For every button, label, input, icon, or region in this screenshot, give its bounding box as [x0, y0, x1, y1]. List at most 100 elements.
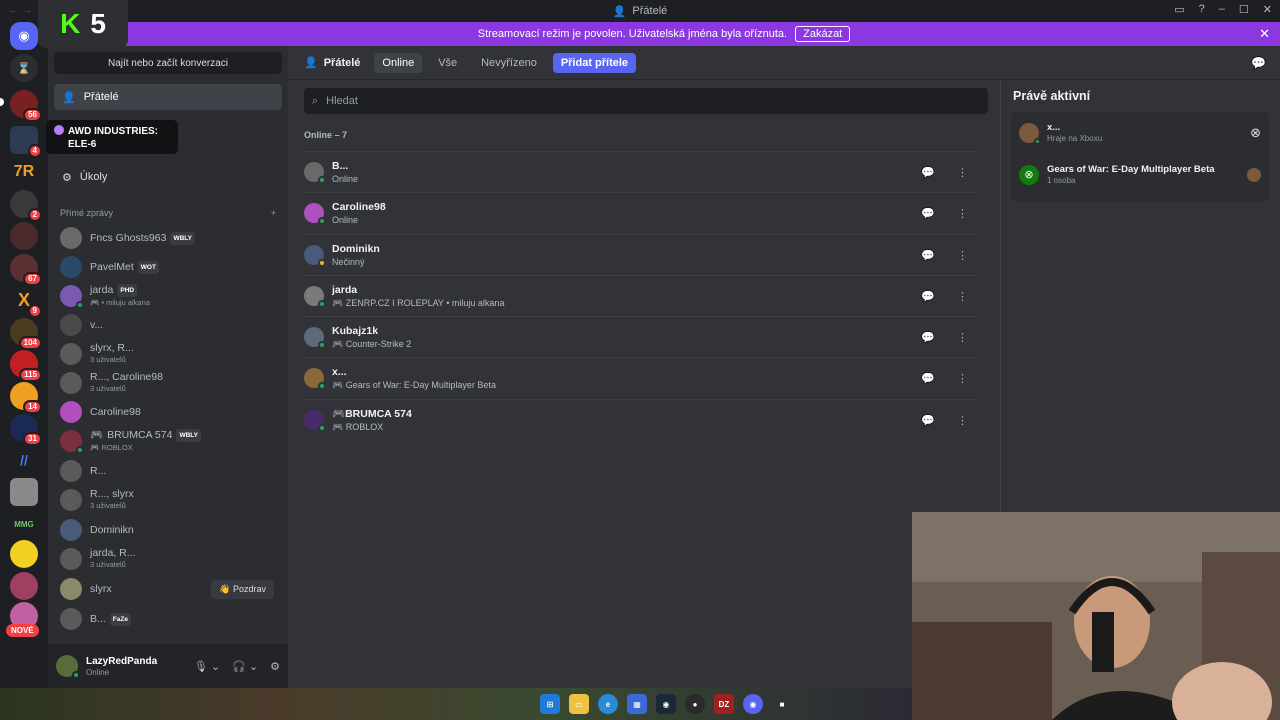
server-icon-14[interactable] [10, 540, 38, 568]
status-dot [72, 671, 80, 679]
microphone-icon[interactable]: 🎙 ⌄ [194, 660, 220, 673]
dm-item[interactable]: B... FaZe [54, 605, 282, 633]
discord-home-icon[interactable]: ◉ [10, 22, 38, 50]
friend-name: Dominikn [332, 242, 380, 255]
dm-item[interactable]: Fncs Ghosts963 WBLY [54, 224, 282, 252]
dz-icon[interactable]: DZ [714, 694, 734, 714]
server-icon-10[interactable]: 31 [10, 414, 42, 446]
more-icon[interactable]: ⋮ [957, 372, 968, 385]
wave-button[interactable]: 👋 Pozdrav [211, 579, 274, 599]
message-icon[interactable]: 💬 [921, 290, 935, 303]
discord-icon[interactable]: ◉ [743, 694, 763, 714]
server-icon-mmg[interactable]: MMG [10, 510, 38, 538]
activity-game-row[interactable]: ⊗ Gears of War: E-Day Multiplayer Beta 1 … [1019, 164, 1261, 185]
activity-user-row[interactable]: x... Hraje na Xboxu ⊗ [1019, 122, 1261, 145]
add-dm-button[interactable]: + [271, 208, 276, 218]
server-icon-7[interactable]: 104 [10, 318, 42, 350]
server-icon-15[interactable] [10, 572, 38, 600]
dm-item[interactable]: jarda PHD 🎮 • miluju alkana [54, 282, 282, 310]
maximize-icon[interactable]: ☐ [1239, 3, 1249, 16]
app-icon[interactable]: ■ [772, 694, 792, 714]
friends-search-input[interactable]: ⌕ Hledat [304, 88, 988, 114]
minimize-icon[interactable]: – [1219, 3, 1225, 16]
message-icon[interactable]: 💬 [921, 331, 935, 344]
headphones-icon[interactable]: 🎧 ⌄ [232, 660, 258, 673]
tab-pending[interactable]: Nevyřízeno [473, 53, 545, 73]
server-icon-11[interactable]: // [10, 446, 38, 474]
dm-item[interactable]: Dominikn [54, 516, 282, 544]
sidebar-item-label: Přátelé [83, 91, 119, 103]
message-icon[interactable]: 💬 [921, 207, 935, 220]
new-servers-pill[interactable]: NOVÉ [6, 624, 39, 637]
more-icon[interactable]: ⋮ [957, 290, 968, 303]
dm-item[interactable]: jarda, R... 3 uživatelů [54, 545, 282, 573]
message-icon[interactable]: 💬 [921, 166, 935, 179]
banner-close-icon[interactable]: ✕ [1259, 26, 1270, 42]
edge-icon[interactable]: e [598, 694, 618, 714]
friend-row[interactable]: x... 🎮 Gears of War: E-Day Multiplayer Be… [304, 357, 976, 398]
add-friend-button[interactable]: Přidat přítele [552, 52, 637, 73]
server-icon-3[interactable]: 2 [10, 190, 42, 222]
obs-icon[interactable]: ● [685, 694, 705, 714]
steam-icon[interactable]: ◉ [656, 694, 676, 714]
friend-row[interactable]: Kubajz1k 🎮 Counter-Strike 2 💬 ⋮ [304, 316, 976, 357]
server-icon-4[interactable] [10, 222, 38, 250]
hourglass-icon[interactable]: ⌛ [10, 54, 38, 82]
activity-card[interactable]: x... Hraje na Xboxu ⊗ ⊗ Gears of War: E-D… [1011, 112, 1269, 202]
disable-button[interactable]: Zakázat [795, 26, 851, 42]
dm-item[interactable]: R..., Caroline98 3 uživatelů [54, 369, 282, 397]
more-icon[interactable]: ⋮ [957, 249, 968, 262]
avatar[interactable] [56, 655, 80, 679]
dm-item[interactable]: R..., slyrx 3 uživatelů [54, 486, 282, 514]
server-icon-9[interactable]: 14 [10, 382, 42, 414]
status-dot [318, 382, 326, 390]
friend-status: Online [332, 214, 359, 225]
close-window-icon[interactable]: ✕ [1263, 3, 1272, 16]
new-group-dm-icon[interactable]: 💬 [1251, 56, 1266, 70]
avatar [60, 256, 82, 278]
store-icon[interactable]: ▦ [627, 694, 647, 714]
group-avatar [60, 548, 82, 570]
friend-row[interactable]: B... Online 💬 ⋮ [304, 151, 976, 192]
status-dot [318, 176, 326, 184]
find-conversation-input[interactable]: Najít nebo začít konverzaci [54, 52, 282, 74]
dm-item[interactable]: R... [54, 457, 282, 485]
settings-gear-icon[interactable]: ⚙ [270, 660, 280, 673]
more-icon[interactable]: ⋮ [957, 414, 968, 427]
tab-all[interactable]: Vše [430, 53, 465, 73]
more-icon[interactable]: ⋮ [957, 207, 968, 220]
more-icon[interactable]: ⋮ [957, 331, 968, 344]
friend-row[interactable]: 🎮BRUMCA 574 🎮 ROBLOX 💬 ⋮ [304, 399, 976, 440]
dm-item[interactable]: PavelMet WOT [54, 253, 282, 281]
message-icon[interactable]: 💬 [921, 249, 935, 262]
tab-online[interactable]: Online [374, 52, 423, 73]
help-icon[interactable]: ? [1199, 3, 1205, 16]
message-icon[interactable]: 💬 [921, 372, 935, 385]
nav-arrows[interactable]: ← → [8, 4, 33, 16]
dm-item[interactable]: Caroline98 [54, 398, 282, 426]
server-icon-5[interactable]: 67 [10, 254, 42, 286]
windows-icon[interactable]: ⊞ [540, 694, 560, 714]
server-icon-1[interactable]: 56 [10, 90, 42, 122]
mention-badge: 56 [23, 108, 42, 122]
server-icon-8[interactable]: 115 [10, 350, 42, 382]
dm-item[interactable]: v... [54, 311, 282, 339]
more-icon[interactable]: ⋮ [957, 166, 968, 179]
explorer-icon[interactable]: ▭ [569, 694, 589, 714]
friend-row[interactable]: Dominikn Nečinný 💬 ⋮ [304, 234, 976, 275]
activity-game-name: Gears of War: E-Day Multiplayer Beta [1047, 164, 1215, 175]
server-icon-awd[interactable]: 4 [10, 126, 42, 158]
dm-item[interactable]: slyrx, R... 3 uživatelů [54, 340, 282, 368]
sidebar-item-tasks[interactable]: ⚙ Úkoly [54, 164, 282, 190]
message-icon[interactable]: 💬 [921, 414, 935, 427]
dm-item[interactable]: 🎮 BRUMCA 574 WBLY 🎮 ROBLOX [54, 427, 282, 455]
friend-row[interactable]: Caroline98 Online 💬 ⋮ [304, 192, 976, 233]
server-icon-x[interactable]: X9 [10, 286, 42, 318]
server-icon-7r[interactable]: 7R [10, 158, 38, 186]
friend-row[interactable]: jarda 🎮 ZENRP.CZ I ROLEPLAY • miluju alka… [304, 275, 976, 316]
dm-item[interactable]: slyrx 👋 Pozdrav [54, 575, 282, 603]
sidebar-item-friends[interactable]: 👤 Přátelé [54, 84, 282, 110]
inbox-icon[interactable]: ▭ [1174, 3, 1184, 16]
gamepad-icon: 🎮 [332, 407, 346, 420]
server-icon-12[interactable] [10, 478, 38, 506]
